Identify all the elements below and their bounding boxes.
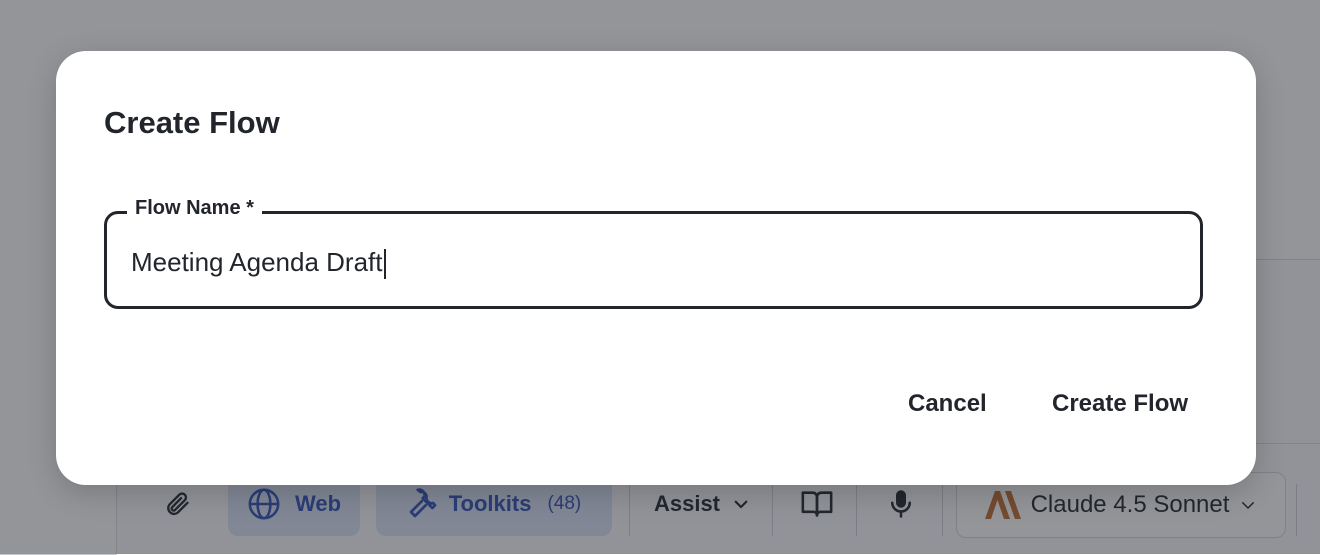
flow-name-value: Meeting Agenda Draft <box>131 247 383 277</box>
flow-name-field[interactable]: Flow Name * Meeting Agenda Draft <box>104 197 1203 309</box>
flow-name-input[interactable]: Meeting Agenda Draft <box>131 247 386 280</box>
create-flow-button[interactable]: Create Flow <box>1048 381 1192 427</box>
text-caret <box>383 249 386 280</box>
dialog-title: Create Flow <box>104 105 280 140</box>
cancel-button[interactable]: Cancel <box>904 381 991 427</box>
create-flow-dialog: Create Flow Flow Name * Meeting Agenda D… <box>56 51 1256 485</box>
flow-name-label: Flow Name * <box>127 197 262 220</box>
